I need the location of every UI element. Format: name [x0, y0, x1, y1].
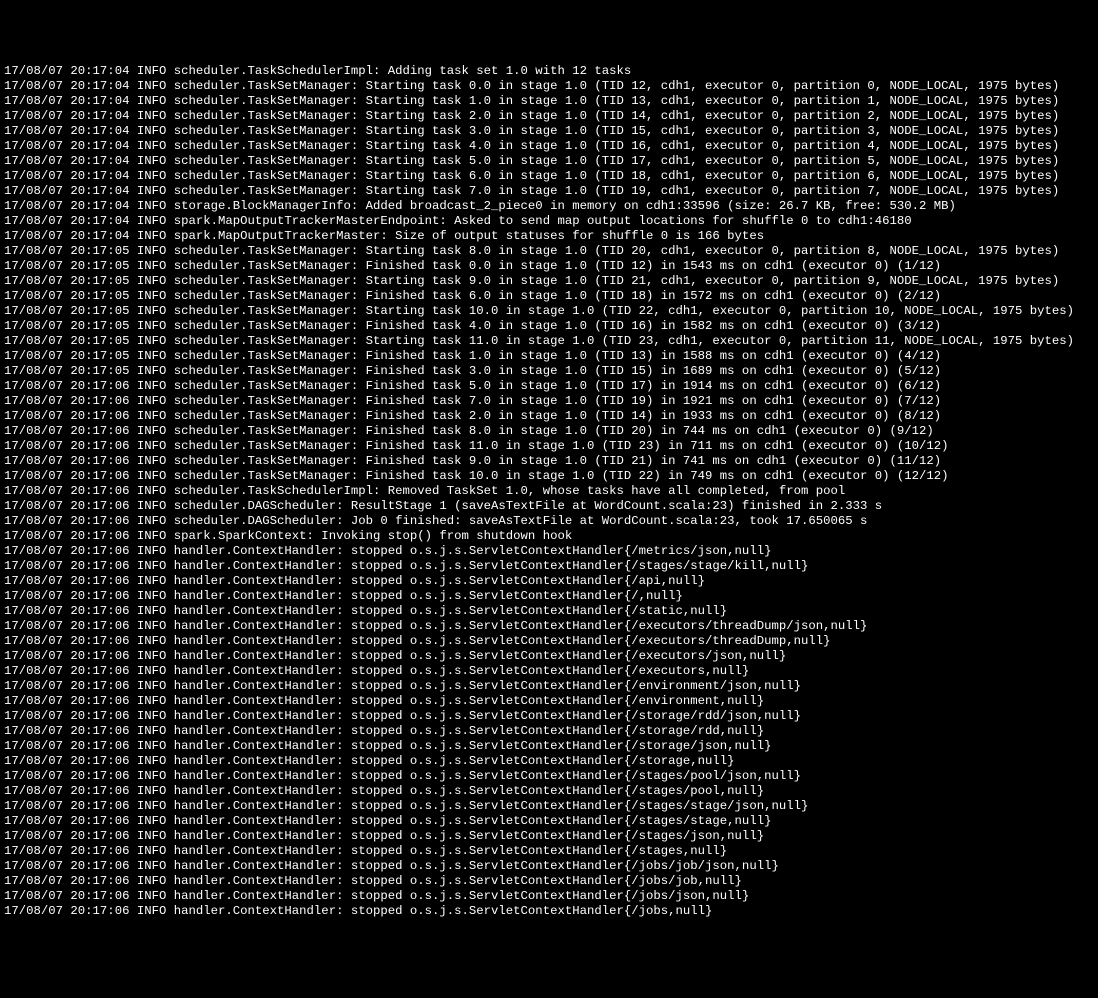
log-line: 17/08/07 20:17:06 INFO handler.ContextHa…: [4, 904, 1094, 919]
log-line: 17/08/07 20:17:06 INFO handler.ContextHa…: [4, 634, 1094, 649]
log-line: 17/08/07 20:17:06 INFO scheduler.TaskSet…: [4, 424, 1094, 439]
log-line: 17/08/07 20:17:06 INFO scheduler.TaskSet…: [4, 379, 1094, 394]
log-line: 17/08/07 20:17:06 INFO handler.ContextHa…: [4, 769, 1094, 784]
log-line: 17/08/07 20:17:06 INFO spark.SparkContex…: [4, 529, 1094, 544]
log-line: 17/08/07 20:17:04 INFO scheduler.TaskSet…: [4, 109, 1094, 124]
log-line: 17/08/07 20:17:05 INFO scheduler.TaskSet…: [4, 259, 1094, 274]
log-line: 17/08/07 20:17:06 INFO handler.ContextHa…: [4, 544, 1094, 559]
log-line: 17/08/07 20:17:06 INFO handler.ContextHa…: [4, 664, 1094, 679]
log-line: 17/08/07 20:17:06 INFO handler.ContextHa…: [4, 829, 1094, 844]
log-line: 17/08/07 20:17:06 INFO handler.ContextHa…: [4, 649, 1094, 664]
log-line: 17/08/07 20:17:05 INFO scheduler.TaskSet…: [4, 349, 1094, 364]
log-line: 17/08/07 20:17:06 INFO handler.ContextHa…: [4, 574, 1094, 589]
log-line: 17/08/07 20:17:06 INFO scheduler.TaskSet…: [4, 454, 1094, 469]
log-line: 17/08/07 20:17:06 INFO handler.ContextHa…: [4, 799, 1094, 814]
terminal-log-output: 17/08/07 20:17:04 INFO scheduler.TaskSch…: [4, 64, 1094, 919]
log-line: 17/08/07 20:17:05 INFO scheduler.TaskSet…: [4, 364, 1094, 379]
log-line: 17/08/07 20:17:06 INFO scheduler.TaskSet…: [4, 469, 1094, 484]
log-line: 17/08/07 20:17:06 INFO handler.ContextHa…: [4, 874, 1094, 889]
log-line: 17/08/07 20:17:06 INFO handler.ContextHa…: [4, 679, 1094, 694]
log-line: 17/08/07 20:17:05 INFO scheduler.TaskSet…: [4, 319, 1094, 334]
log-line: 17/08/07 20:17:04 INFO scheduler.TaskSet…: [4, 184, 1094, 199]
log-line: 17/08/07 20:17:06 INFO handler.ContextHa…: [4, 814, 1094, 829]
log-line: 17/08/07 20:17:04 INFO scheduler.TaskSet…: [4, 154, 1094, 169]
log-line: 17/08/07 20:17:06 INFO handler.ContextHa…: [4, 694, 1094, 709]
log-line: 17/08/07 20:17:06 INFO handler.ContextHa…: [4, 559, 1094, 574]
log-line: 17/08/07 20:17:06 INFO scheduler.TaskSet…: [4, 394, 1094, 409]
log-line: 17/08/07 20:17:04 INFO scheduler.TaskSet…: [4, 124, 1094, 139]
log-line: 17/08/07 20:17:05 INFO scheduler.TaskSet…: [4, 334, 1094, 349]
log-line: 17/08/07 20:17:06 INFO handler.ContextHa…: [4, 619, 1094, 634]
log-line: 17/08/07 20:17:04 INFO scheduler.TaskSet…: [4, 94, 1094, 109]
log-line: 17/08/07 20:17:06 INFO scheduler.TaskSch…: [4, 484, 1094, 499]
log-line: 17/08/07 20:17:06 INFO handler.ContextHa…: [4, 709, 1094, 724]
log-line: 17/08/07 20:17:05 INFO scheduler.TaskSet…: [4, 244, 1094, 259]
log-line: 17/08/07 20:17:04 INFO scheduler.TaskSch…: [4, 64, 1094, 79]
log-line: 17/08/07 20:17:04 INFO scheduler.TaskSet…: [4, 169, 1094, 184]
log-line: 17/08/07 20:17:06 INFO handler.ContextHa…: [4, 754, 1094, 769]
log-line: 17/08/07 20:17:06 INFO handler.ContextHa…: [4, 784, 1094, 799]
log-line: 17/08/07 20:17:06 INFO scheduler.TaskSet…: [4, 439, 1094, 454]
log-line: 17/08/07 20:17:05 INFO scheduler.TaskSet…: [4, 274, 1094, 289]
log-line: 17/08/07 20:17:06 INFO handler.ContextHa…: [4, 859, 1094, 874]
log-line: 17/08/07 20:17:04 INFO scheduler.TaskSet…: [4, 139, 1094, 154]
log-line: 17/08/07 20:17:06 INFO scheduler.DAGSche…: [4, 499, 1094, 514]
log-line: 17/08/07 20:17:04 INFO spark.MapOutputTr…: [4, 229, 1094, 244]
log-line: 17/08/07 20:17:06 INFO handler.ContextHa…: [4, 589, 1094, 604]
log-line: 17/08/07 20:17:06 INFO scheduler.DAGSche…: [4, 514, 1094, 529]
log-line: 17/08/07 20:17:06 INFO handler.ContextHa…: [4, 724, 1094, 739]
log-line: 17/08/07 20:17:04 INFO scheduler.TaskSet…: [4, 79, 1094, 94]
log-line: 17/08/07 20:17:05 INFO scheduler.TaskSet…: [4, 304, 1094, 319]
log-line: 17/08/07 20:17:04 INFO storage.BlockMana…: [4, 199, 1094, 214]
log-line: 17/08/07 20:17:06 INFO scheduler.TaskSet…: [4, 409, 1094, 424]
log-line: 17/08/07 20:17:06 INFO handler.ContextHa…: [4, 739, 1094, 754]
log-line: 17/08/07 20:17:04 INFO spark.MapOutputTr…: [4, 214, 1094, 229]
log-line: 17/08/07 20:17:05 INFO scheduler.TaskSet…: [4, 289, 1094, 304]
log-line: 17/08/07 20:17:06 INFO handler.ContextHa…: [4, 604, 1094, 619]
log-line: 17/08/07 20:17:06 INFO handler.ContextHa…: [4, 889, 1094, 904]
